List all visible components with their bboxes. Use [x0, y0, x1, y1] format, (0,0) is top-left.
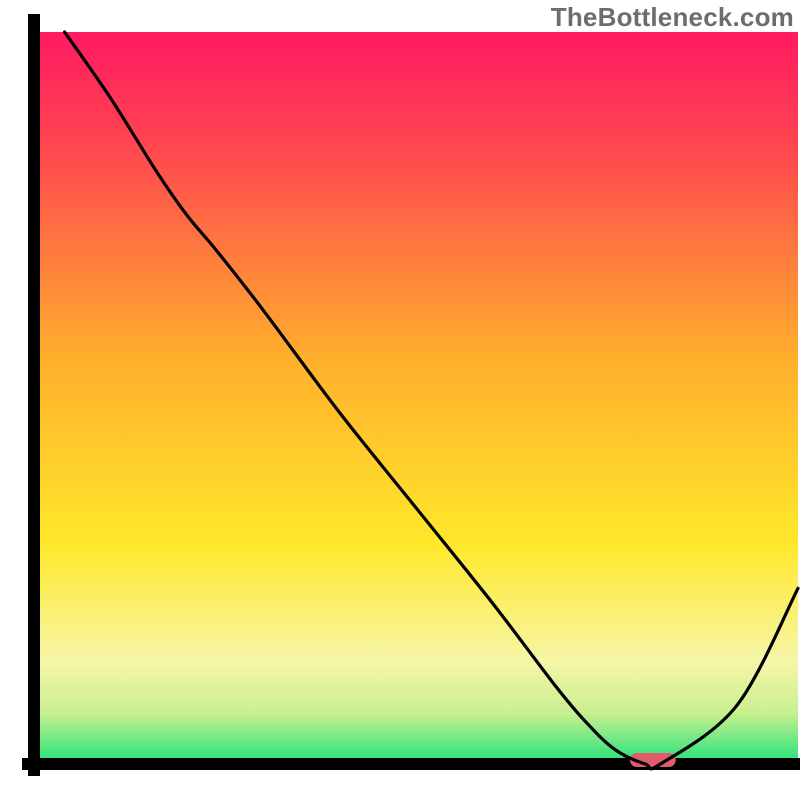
plot-background [34, 32, 798, 764]
chart-svg [0, 0, 800, 800]
chart-frame: TheBottleneck.com [0, 0, 800, 800]
watermark-text: TheBottleneck.com [551, 2, 794, 33]
